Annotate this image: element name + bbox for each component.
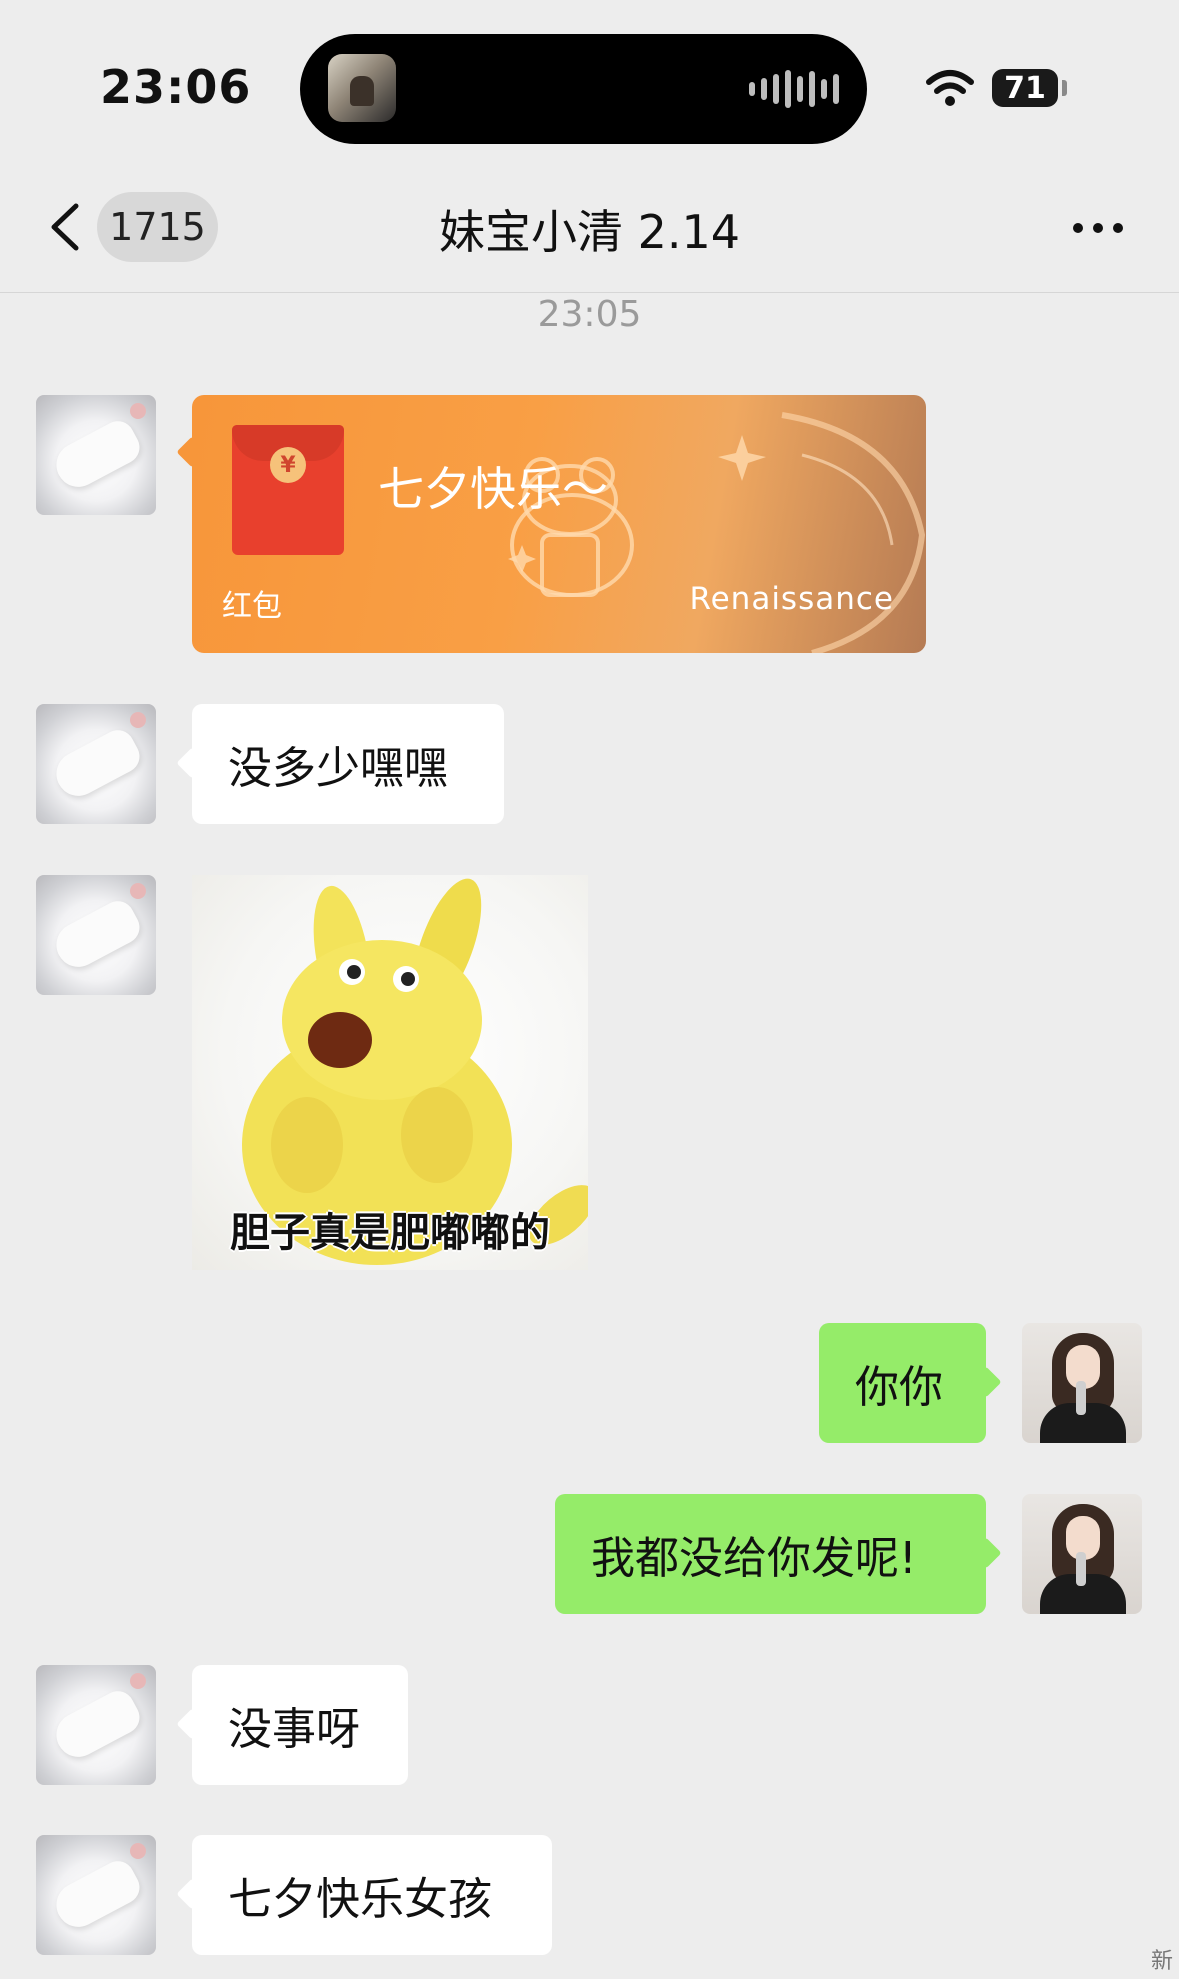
message-bubble[interactable]: 我都没给你发呢!	[555, 1494, 986, 1614]
my-avatar[interactable]	[1022, 1323, 1142, 1443]
avatar-microphone	[1076, 1552, 1086, 1586]
wifi-icon	[926, 70, 974, 106]
sticker-image[interactable]: 胆子真是肥嘟嘟的	[192, 875, 588, 1270]
red-envelope-icon: ¥	[232, 425, 344, 555]
chat-title: 妹宝小清 2.14	[438, 205, 741, 259]
contact-avatar[interactable]	[36, 704, 156, 824]
yuan-coin-icon: ¥	[270, 447, 306, 483]
dynamic-island[interactable]	[300, 34, 867, 144]
red-packet-card[interactable]: ¥ 七夕快乐～ 红包 Renaissance	[192, 395, 926, 653]
message-bubble[interactable]: 七夕快乐女孩	[192, 1835, 552, 1955]
red-packet-title: 七夕快乐～	[378, 462, 608, 516]
message-bubble[interactable]: 没事呀	[192, 1665, 408, 1785]
contact-avatar[interactable]	[36, 875, 156, 995]
message-bubble[interactable]: 没多少嘿嘿	[192, 704, 504, 824]
status-time: 23:06	[100, 60, 252, 114]
battery-icon: 71	[992, 69, 1058, 107]
contact-avatar[interactable]	[36, 1835, 156, 1955]
corner-watermark: 新	[1150, 1949, 1173, 1974]
now-playing-album-art[interactable]	[328, 54, 396, 122]
audio-waveform-icon	[749, 70, 839, 108]
my-avatar[interactable]	[1022, 1494, 1142, 1614]
contact-avatar[interactable]	[36, 1665, 156, 1785]
red-packet-label: 红包	[222, 589, 282, 624]
battery-nub	[1062, 80, 1067, 96]
sticker-caption: 胆子真是肥嘟嘟的	[230, 1210, 550, 1256]
message-bubble[interactable]: 你你	[819, 1323, 986, 1443]
more-dots-icon[interactable]	[1070, 218, 1126, 238]
message-timestamp: 23:05	[537, 294, 642, 335]
red-packet-brand: Renaissance	[689, 581, 894, 617]
nav-divider	[0, 292, 1179, 293]
contact-avatar[interactable]	[36, 395, 156, 515]
avatar-microphone	[1076, 1381, 1086, 1415]
battery-level: 71	[1004, 70, 1046, 106]
